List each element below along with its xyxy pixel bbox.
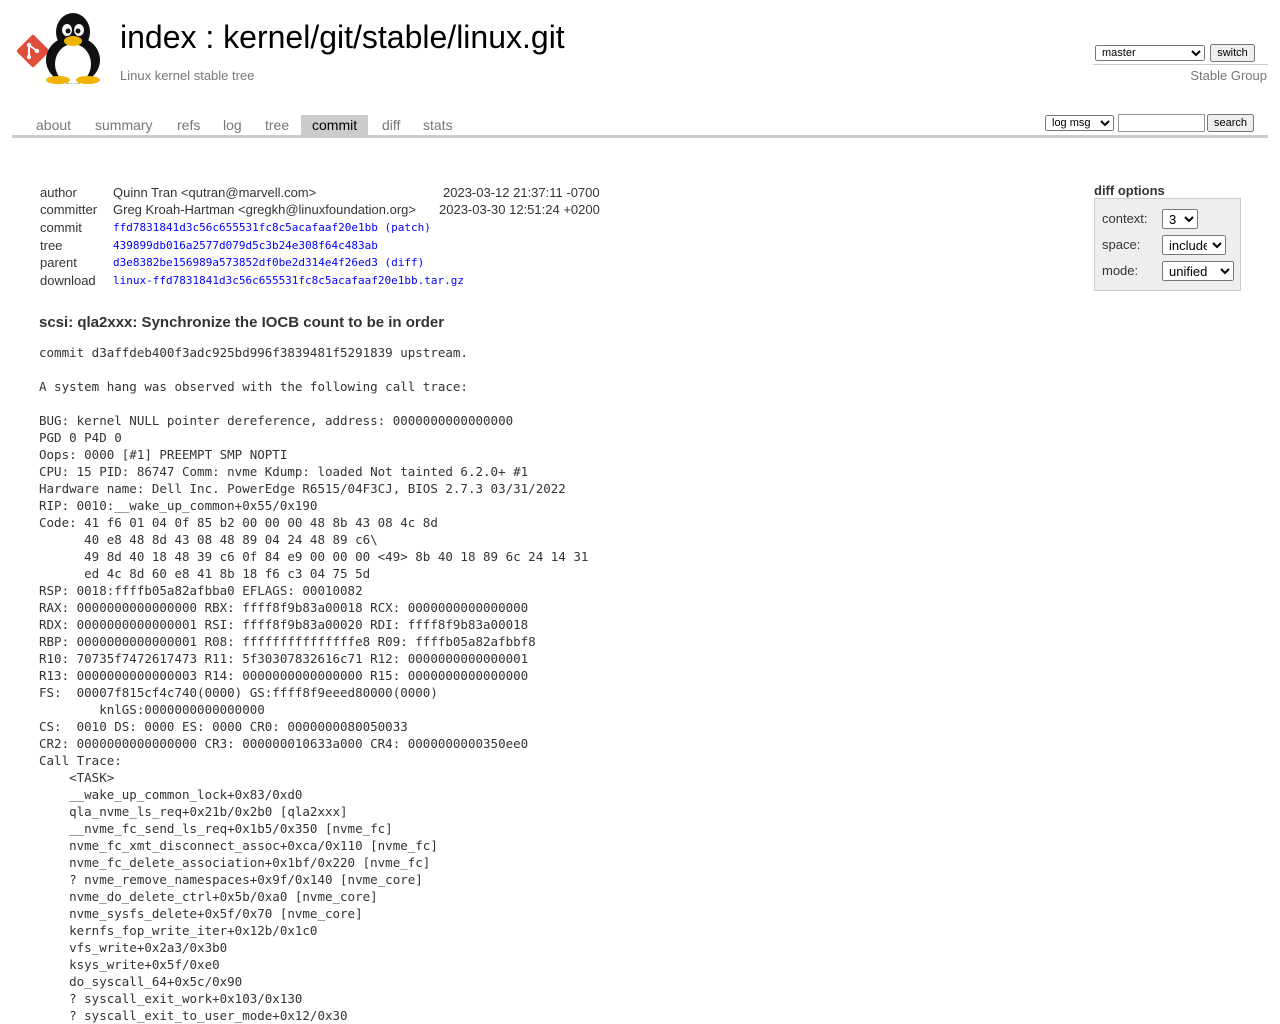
tab-stats[interactable]: stats [412, 115, 464, 135]
branch-select[interactable]: master [1095, 45, 1205, 61]
space-label: space: [1102, 237, 1141, 252]
download-tarball-link[interactable]: linux-ffd7831841d3c56c655531fc8c5acafaaf… [113, 274, 464, 287]
download-row: linux-ffd7831841d3c56c655531fc8c5acafaaf… [113, 272, 464, 289]
repo-link[interactable]: kernel/git/stable/linux.git [223, 19, 565, 55]
tab-tree[interactable]: tree [254, 115, 300, 135]
search-mode-select[interactable]: log msg [1045, 115, 1114, 131]
switch-button[interactable]: switch [1210, 44, 1255, 62]
tab-about[interactable]: about [25, 115, 82, 135]
commit-hash-link[interactable]: ffd7831841d3c56c655531fc8c5acafaaf20e1bb [113, 221, 378, 234]
commit-label: commit [40, 220, 82, 235]
tab-log[interactable]: log [212, 115, 253, 135]
mode-label: mode: [1102, 263, 1139, 278]
space-select[interactable]: include [1162, 235, 1226, 255]
author-value: Quinn Tran <qutran@marvell.com> [113, 185, 317, 200]
page-title: index : kernel/git/stable/linux.git [120, 17, 565, 57]
author-date: 2023-03-12 21:37:11 -0700 [443, 185, 600, 200]
repo-description: Linux kernel stable tree [120, 68, 255, 83]
tux-penguin-logo-icon [46, 13, 100, 84]
repo-owner: Stable Group [1190, 68, 1267, 83]
tree-hash-link[interactable]: 439899db016a2577d079d5c3b24e308f64c483ab [113, 239, 378, 252]
parent-label: parent [40, 255, 77, 270]
tab-summary[interactable]: summary [84, 115, 164, 135]
commit-message: commit d3affdeb400f3adc925bd996f3839481f… [39, 345, 589, 1023]
parent-hash-row: d3e8382be156989a573852df0be2d314e4f26ed3… [113, 254, 424, 271]
parent-hash-link[interactable]: d3e8382be156989a573852df0be2d314e4f26ed3 [113, 256, 378, 269]
context-label: context: [1102, 211, 1148, 226]
committer-date: 2023-03-30 12:51:24 +0200 [439, 202, 600, 217]
tree-label: tree [40, 238, 63, 253]
patch-link[interactable]: (patch) [385, 221, 431, 234]
commit-hash-row: ffd7831841d3c56c655531fc8c5acafaaf20e1bb… [113, 219, 431, 236]
committer-value: Greg Kroah-Hartman <gregkh@linuxfoundati… [113, 202, 416, 217]
search-input[interactable] [1118, 114, 1205, 132]
download-label: download [40, 273, 96, 288]
header-divider [1093, 64, 1268, 65]
context-select[interactable]: 3 [1162, 209, 1198, 229]
commit-subject: scsi: qla2xxx: Synchronize the IOCB coun… [39, 314, 445, 331]
author-label: author [40, 185, 77, 200]
search-button[interactable]: search [1207, 114, 1254, 132]
diff-options-title: diff options [1094, 183, 1165, 198]
tab-commit[interactable]: commit [301, 115, 369, 135]
tab-refs[interactable]: refs [166, 115, 211, 135]
mode-select[interactable]: unified [1162, 261, 1234, 281]
title-separator: : [196, 19, 224, 55]
index-link[interactable]: index [120, 19, 197, 55]
tree-hash-row: 439899db016a2577d079d5c3b24e308f64c483ab [113, 237, 378, 254]
tab-diff[interactable]: diff [371, 115, 411, 135]
diff-link[interactable]: (diff) [385, 256, 425, 269]
committer-label: committer [40, 202, 98, 217]
